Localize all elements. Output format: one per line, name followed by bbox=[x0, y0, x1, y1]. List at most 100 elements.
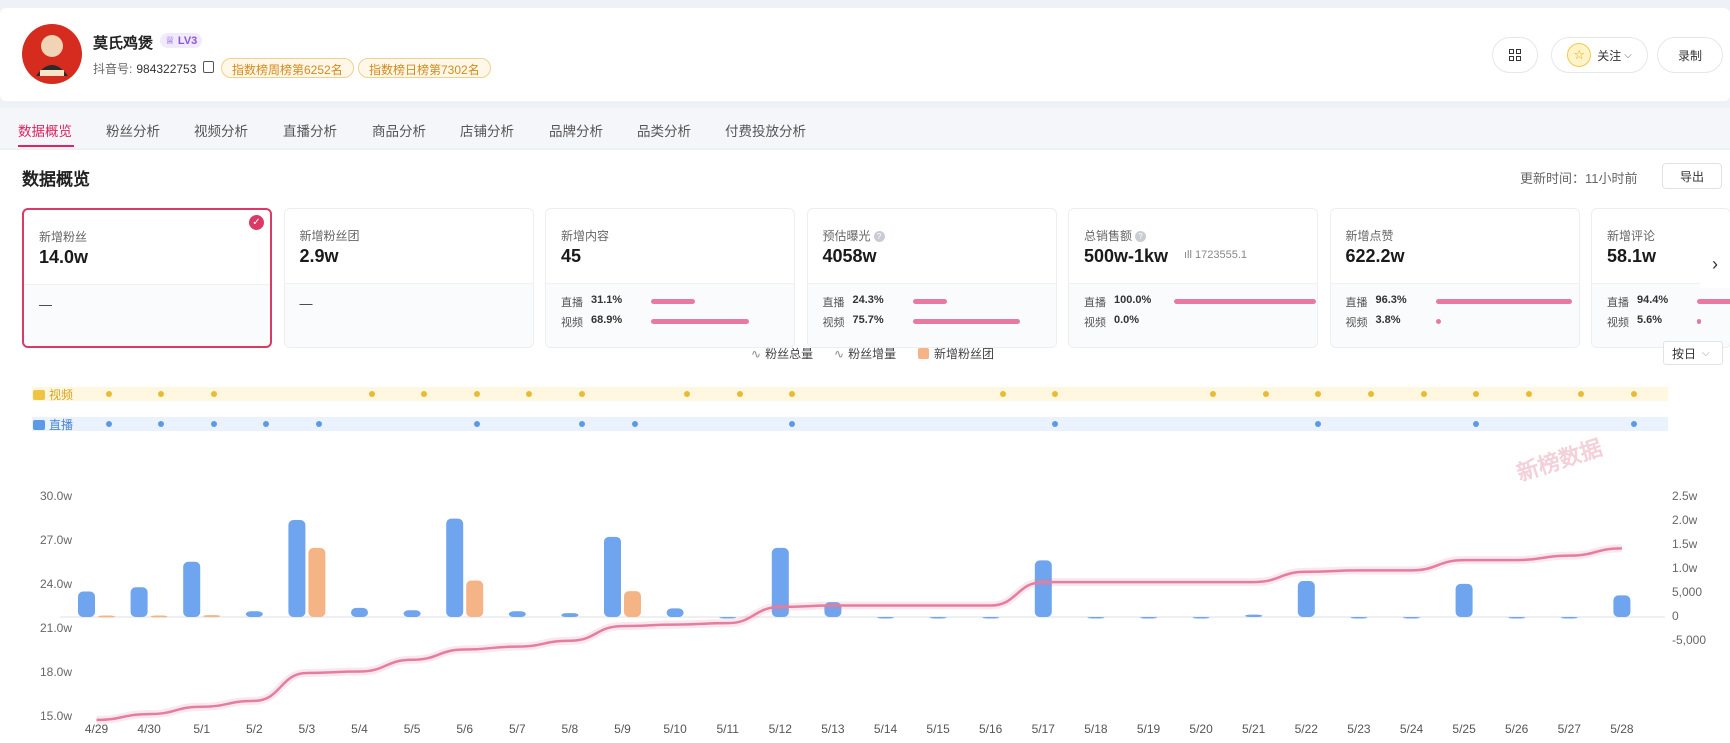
bar-fans-increase bbox=[604, 536, 621, 617]
tab-video[interactable]: 视频分析 bbox=[194, 120, 248, 140]
bar-fans-increase bbox=[666, 608, 684, 617]
bar-fans-increase bbox=[78, 591, 95, 617]
x-axis-label: 4/29 bbox=[84, 722, 109, 736]
tab-shop[interactable]: 店铺分析 bbox=[460, 120, 514, 140]
x-axis-label: 5/20 bbox=[1189, 722, 1213, 736]
x-axis-label: 5/4 bbox=[351, 722, 368, 736]
account-name: 莫氏鸡煲 bbox=[93, 35, 154, 52]
bar-fans-increase bbox=[1455, 583, 1473, 617]
x-axis-label: 5/2 bbox=[245, 722, 263, 736]
y-axis-right-label: -5,000 bbox=[1672, 633, 1707, 647]
x-axis-label: 5/17 bbox=[1031, 722, 1055, 736]
x-axis-label: 5/23 bbox=[1347, 722, 1371, 736]
rank-week-badge[interactable]: 指数榜周榜第6252名 bbox=[221, 58, 354, 78]
x-axis-label: 5/1 bbox=[193, 722, 211, 736]
bar-fans-increase bbox=[1034, 560, 1052, 617]
x-axis-label: 5/21 bbox=[1242, 722, 1266, 736]
bar-fans-increase bbox=[982, 617, 1000, 619]
bar-fangroup bbox=[308, 547, 326, 617]
bar-fans-increase bbox=[1613, 595, 1631, 617]
bar-fans-increase bbox=[719, 617, 737, 619]
y-axis-left-label: 18.0w bbox=[40, 665, 73, 679]
bar-fans-increase bbox=[1087, 617, 1105, 619]
y-axis-left-label: 27.0w bbox=[40, 533, 73, 547]
qr-code-icon bbox=[1509, 49, 1521, 61]
x-axis-label: 5/22 bbox=[1294, 722, 1318, 736]
follow-button[interactable]: ☆ 关注 ⌵ bbox=[1551, 37, 1648, 73]
bar-fans-increase bbox=[351, 607, 368, 617]
tab-live[interactable]: 直播分析 bbox=[283, 120, 337, 140]
y-axis-right-label: 2.0w bbox=[1672, 513, 1698, 527]
y-axis-left-label: 15.0w bbox=[40, 709, 73, 723]
bar-fangroup bbox=[150, 615, 168, 618]
bar-fans-increase bbox=[877, 617, 894, 619]
x-axis-label: 5/27 bbox=[1557, 722, 1581, 736]
x-axis-label: 5/8 bbox=[561, 722, 579, 736]
y-axis-left-label: 30.0w bbox=[40, 489, 73, 503]
rank-day-badge[interactable]: 指数榜日榜第7302名 bbox=[358, 58, 491, 78]
account-avatar[interactable] bbox=[22, 24, 82, 84]
level-badge: ♕ LV3 bbox=[160, 33, 203, 48]
x-axis-label: 5/13 bbox=[821, 722, 845, 736]
x-axis-label: 5/3 bbox=[298, 722, 316, 736]
x-axis-label: 5/14 bbox=[873, 722, 898, 736]
y-axis-right-label: 1.0w bbox=[1672, 561, 1698, 575]
bar-fans-increase bbox=[1297, 581, 1315, 617]
follow-label: 关注 bbox=[1597, 48, 1622, 63]
x-axis-label: 5/5 bbox=[403, 722, 421, 736]
y-axis-left-label: 21.0w bbox=[40, 621, 73, 635]
tab-brand[interactable]: 品牌分析 bbox=[549, 120, 603, 140]
bar-fans-increase bbox=[1508, 617, 1526, 619]
bar-fans-increase bbox=[183, 561, 201, 617]
qr-code-button[interactable] bbox=[1492, 37, 1538, 73]
record-button[interactable]: 录制 bbox=[1657, 37, 1723, 73]
bar-fans-increase bbox=[561, 613, 579, 617]
x-axis-label: 5/6 bbox=[456, 722, 474, 736]
y-axis-right-label: 0 bbox=[1672, 609, 1679, 623]
tab-category[interactable]: 品类分析 bbox=[637, 120, 691, 140]
x-axis-label: 5/18 bbox=[1084, 722, 1108, 736]
x-axis-label: 5/19 bbox=[1136, 722, 1161, 736]
bar-fans-increase bbox=[403, 610, 421, 617]
x-axis-label: 5/10 bbox=[663, 722, 687, 736]
douyin-id: 抖音号: 984322753 bbox=[93, 62, 197, 76]
x-axis-label: 5/16 bbox=[979, 722, 1003, 736]
tab-product[interactable]: 商品分析 bbox=[372, 120, 426, 140]
bar-fans-increase bbox=[508, 611, 526, 617]
bar-fans-increase bbox=[1403, 617, 1420, 619]
copy-icon[interactable] bbox=[203, 61, 214, 73]
active-tab-underline bbox=[18, 145, 74, 147]
x-axis-label: 5/12 bbox=[768, 722, 792, 736]
bar-fangroup bbox=[624, 591, 641, 617]
x-axis-label: 5/26 bbox=[1505, 722, 1529, 736]
y-axis-right-label: 1.5w bbox=[1672, 537, 1698, 551]
bar-fans-increase bbox=[446, 518, 464, 617]
tab-overview[interactable]: 数据概览 bbox=[18, 120, 72, 140]
bar-fans-increase bbox=[1140, 617, 1157, 619]
bar-fans-increase bbox=[1350, 617, 1368, 619]
bar-fans-increase bbox=[929, 617, 947, 619]
x-axis-label: 5/11 bbox=[716, 722, 739, 736]
bar-fangroup bbox=[98, 615, 115, 618]
tab-fans[interactable]: 粉丝分析 bbox=[106, 120, 160, 140]
bar-fangroup bbox=[203, 615, 221, 618]
bar-fangroup bbox=[466, 580, 484, 617]
x-axis-label: 4/30 bbox=[137, 722, 161, 736]
bar-fans-increase bbox=[1560, 617, 1578, 619]
chevron-down-icon: ⌵ bbox=[1624, 49, 1632, 61]
bar-fans-increase bbox=[1245, 614, 1263, 617]
x-axis-label: 5/7 bbox=[508, 722, 526, 736]
tab-paid-ads[interactable]: 付费投放分析 bbox=[725, 120, 806, 140]
bar-fans-increase bbox=[288, 520, 306, 617]
bar-fans-increase bbox=[1192, 617, 1210, 619]
overview-panel: 数据概览 更新时间：11小时前 导出 新增粉丝 14.0w ✓ — 新增粉丝团 2.9w —… bbox=[0, 150, 1730, 743]
x-axis-label: 5/15 bbox=[926, 722, 950, 736]
y-axis-right-label: 5,000 bbox=[1672, 585, 1703, 599]
bar-fans-increase bbox=[245, 611, 263, 617]
x-axis-label: 5/25 bbox=[1452, 722, 1476, 736]
account-header: 莫氏鸡煲 ♕ LV3 抖音号: 984322753 指数榜周榜第6252名 指数榜… bbox=[0, 8, 1730, 101]
x-axis-label: 5/9 bbox=[614, 722, 631, 736]
x-axis-label: 5/28 bbox=[1610, 722, 1634, 736]
star-icon: ☆ bbox=[1567, 43, 1592, 67]
y-axis-left-label: 24.0w bbox=[40, 577, 73, 591]
